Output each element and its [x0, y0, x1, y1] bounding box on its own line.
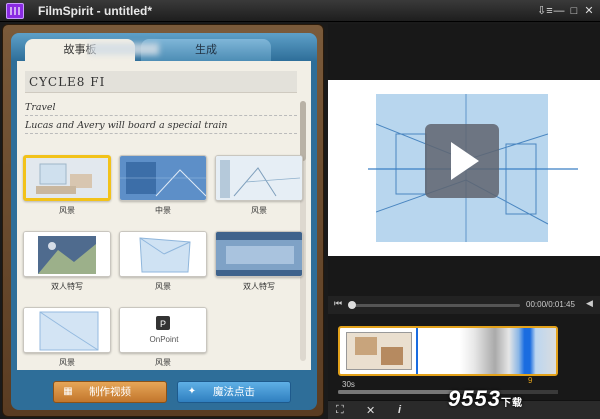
- magic-click-label: 魔法点击: [213, 386, 255, 398]
- progress-knob[interactable]: [348, 301, 356, 309]
- clip-thumbnail[interactable]: [346, 332, 412, 370]
- svg-text:P: P: [160, 319, 166, 329]
- close-button[interactable]: ✕: [582, 4, 596, 18]
- playhead[interactable]: [416, 328, 418, 374]
- shot-label: 风景: [59, 358, 75, 367]
- blurred-region: [89, 43, 159, 55]
- shot-label: 风景: [155, 358, 171, 367]
- video-preview[interactable]: [328, 80, 600, 256]
- project-title[interactable]: CYCLE8 FI: [25, 71, 297, 93]
- timecode: 00:00/0:01:45: [526, 300, 575, 309]
- shot-thumbnail: [24, 232, 110, 276]
- shot-label: 双人特写: [243, 282, 275, 291]
- shot-label: 风景: [251, 206, 267, 215]
- shot-card[interactable]: [119, 155, 207, 201]
- watermark-logo: 9553下载: [448, 386, 523, 412]
- shot-thumbnail: [216, 156, 302, 200]
- menu-icon[interactable]: ⇩≡: [537, 4, 553, 18]
- shot-thumbnail: [26, 158, 108, 198]
- tab-generate[interactable]: 生成: [141, 39, 271, 61]
- magic-click-button[interactable]: ✦ 魔法点击: [177, 381, 291, 403]
- shot-thumbnail: [216, 232, 302, 276]
- clip-strip[interactable]: [418, 328, 556, 374]
- minimize-button[interactable]: —: [552, 4, 566, 18]
- note-line-2[interactable]: Lucas and Avery will board a special tra…: [25, 117, 297, 134]
- storyboard-panel: CYCLE8 FI Travel Lucas and Avery will bo…: [17, 61, 311, 370]
- magic-wand-icon: ✦: [187, 386, 197, 397]
- shot-thumbnail: P OnPoint: [120, 308, 206, 352]
- timeline[interactable]: [338, 326, 558, 376]
- make-video-label: 制作视频: [89, 386, 131, 398]
- volume-icon[interactable]: ◀: [586, 298, 593, 309]
- skip-back-icon[interactable]: ⏮: [334, 298, 342, 309]
- shot-thumbnail: [120, 232, 206, 276]
- app-logo-icon: [6, 3, 24, 19]
- note-line-1[interactable]: Travel: [25, 99, 297, 116]
- progress-bar[interactable]: [348, 301, 520, 309]
- play-icon: [451, 142, 479, 180]
- storyboard-frame: 故事板 生成 CYCLE8 FI Travel Lucas and Avery …: [2, 24, 324, 417]
- timeline-marker: 9: [528, 376, 533, 385]
- shot-card[interactable]: [23, 307, 111, 353]
- shot-label: 双人特写: [51, 282, 83, 291]
- clip-image: [347, 333, 411, 369]
- watermark-sub: 下载: [500, 398, 523, 409]
- shot-thumbnail: [24, 308, 110, 352]
- scrollbar-thumb[interactable]: [300, 101, 306, 161]
- player-controls: ⏮ 00:00/0:01:45 ◀: [328, 296, 600, 314]
- shot-card[interactable]: [215, 231, 303, 277]
- timeline-scroll-thumb[interactable]: [338, 390, 458, 394]
- shot-card[interactable]: [23, 231, 111, 277]
- shot-card[interactable]: [215, 155, 303, 201]
- shot-thumbnail: [120, 156, 206, 200]
- delete-icon[interactable]: ✕: [366, 404, 375, 417]
- info-icon[interactable]: i: [398, 404, 401, 416]
- shot-label: 风景: [59, 206, 75, 215]
- shot-card[interactable]: P OnPoint: [119, 307, 207, 353]
- shot-card[interactable]: [119, 231, 207, 277]
- preview-pane: ⏮ 00:00/0:01:45 ◀ 30s 9 ⛶ ✕ i: [328, 24, 600, 419]
- shot-card[interactable]: [23, 155, 111, 201]
- make-video-button[interactable]: ▦ 制作视频: [53, 381, 167, 403]
- crop-icon[interactable]: ⛶: [336, 404, 344, 417]
- timeline-start-time: 30s: [342, 380, 355, 389]
- shot-label: 风景: [155, 282, 171, 291]
- shot-label: 中景: [155, 206, 171, 215]
- window-title: FilmSpirit - untitled*: [38, 4, 152, 18]
- watermark-text: 9553: [448, 386, 501, 411]
- storyboard-inner: 故事板 生成 CYCLE8 FI Travel Lucas and Avery …: [11, 33, 317, 410]
- svg-text:OnPoint: OnPoint: [150, 335, 180, 344]
- film-icon: ▦: [63, 386, 73, 397]
- title-bar: FilmSpirit - untitled* ⇩≡ — □ ✕: [0, 0, 600, 22]
- maximize-button[interactable]: □: [567, 4, 581, 18]
- play-button[interactable]: [425, 124, 499, 198]
- tab-strip: 故事板 生成: [11, 33, 317, 61]
